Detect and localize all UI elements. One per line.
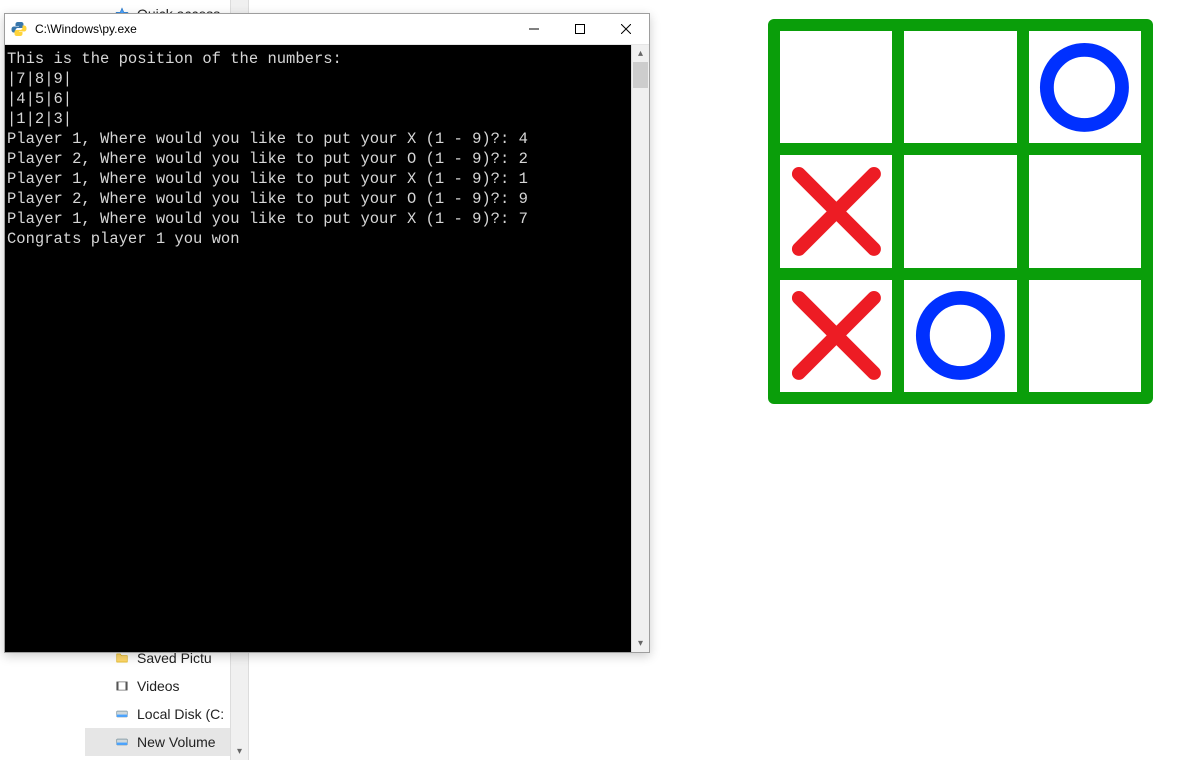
nav-item[interactable]: Videos — [85, 672, 245, 700]
board-cell-7[interactable] — [780, 31, 892, 143]
tictactoe-grid — [768, 19, 1153, 404]
scroll-down-icon[interactable]: ▾ — [632, 635, 649, 652]
board-cell-6[interactable] — [1029, 155, 1141, 267]
minimize-button[interactable] — [511, 14, 557, 44]
nav-label: Local Disk (C: — [137, 706, 224, 722]
python-icon — [5, 21, 33, 37]
x-mark-icon — [787, 162, 886, 261]
board-cell-3[interactable] — [1029, 280, 1141, 392]
nav-item[interactable]: New Volume — [85, 728, 245, 756]
disk-icon — [115, 707, 129, 721]
nav-item[interactable]: Local Disk (C: — [85, 700, 245, 728]
board-cell-1[interactable] — [780, 280, 892, 392]
console-output[interactable]: This is the position of the numbers: |7|… — [5, 45, 631, 652]
board-cell-9[interactable] — [1029, 31, 1141, 143]
close-button[interactable] — [603, 14, 649, 44]
board-cell-8[interactable] — [904, 31, 1016, 143]
maximize-button[interactable] — [557, 14, 603, 44]
disk-icon — [115, 735, 129, 749]
console-window: C:\Windows\py.exe This is the position o… — [4, 13, 650, 653]
o-mark-icon — [911, 286, 1010, 385]
x-mark-icon — [787, 286, 886, 385]
folder-icon — [115, 651, 129, 665]
nav-label: Videos — [137, 678, 180, 694]
window-title: C:\Windows\py.exe — [33, 22, 511, 36]
board-cell-5[interactable] — [904, 155, 1016, 267]
nav-label: New Volume — [137, 734, 216, 750]
o-mark-icon — [1035, 38, 1134, 137]
scroll-down-icon[interactable]: ▾ — [231, 743, 248, 760]
scroll-thumb[interactable] — [633, 62, 648, 88]
tictactoe-window — [768, 19, 1153, 404]
board-cell-4[interactable] — [780, 155, 892, 267]
board-cell-2[interactable] — [904, 280, 1016, 392]
scroll-up-icon[interactable]: ▴ — [632, 45, 649, 62]
window-titlebar[interactable]: C:\Windows\py.exe — [5, 14, 649, 45]
console-scrollbar[interactable]: ▴ ▾ — [631, 45, 649, 652]
video-icon — [115, 679, 129, 693]
